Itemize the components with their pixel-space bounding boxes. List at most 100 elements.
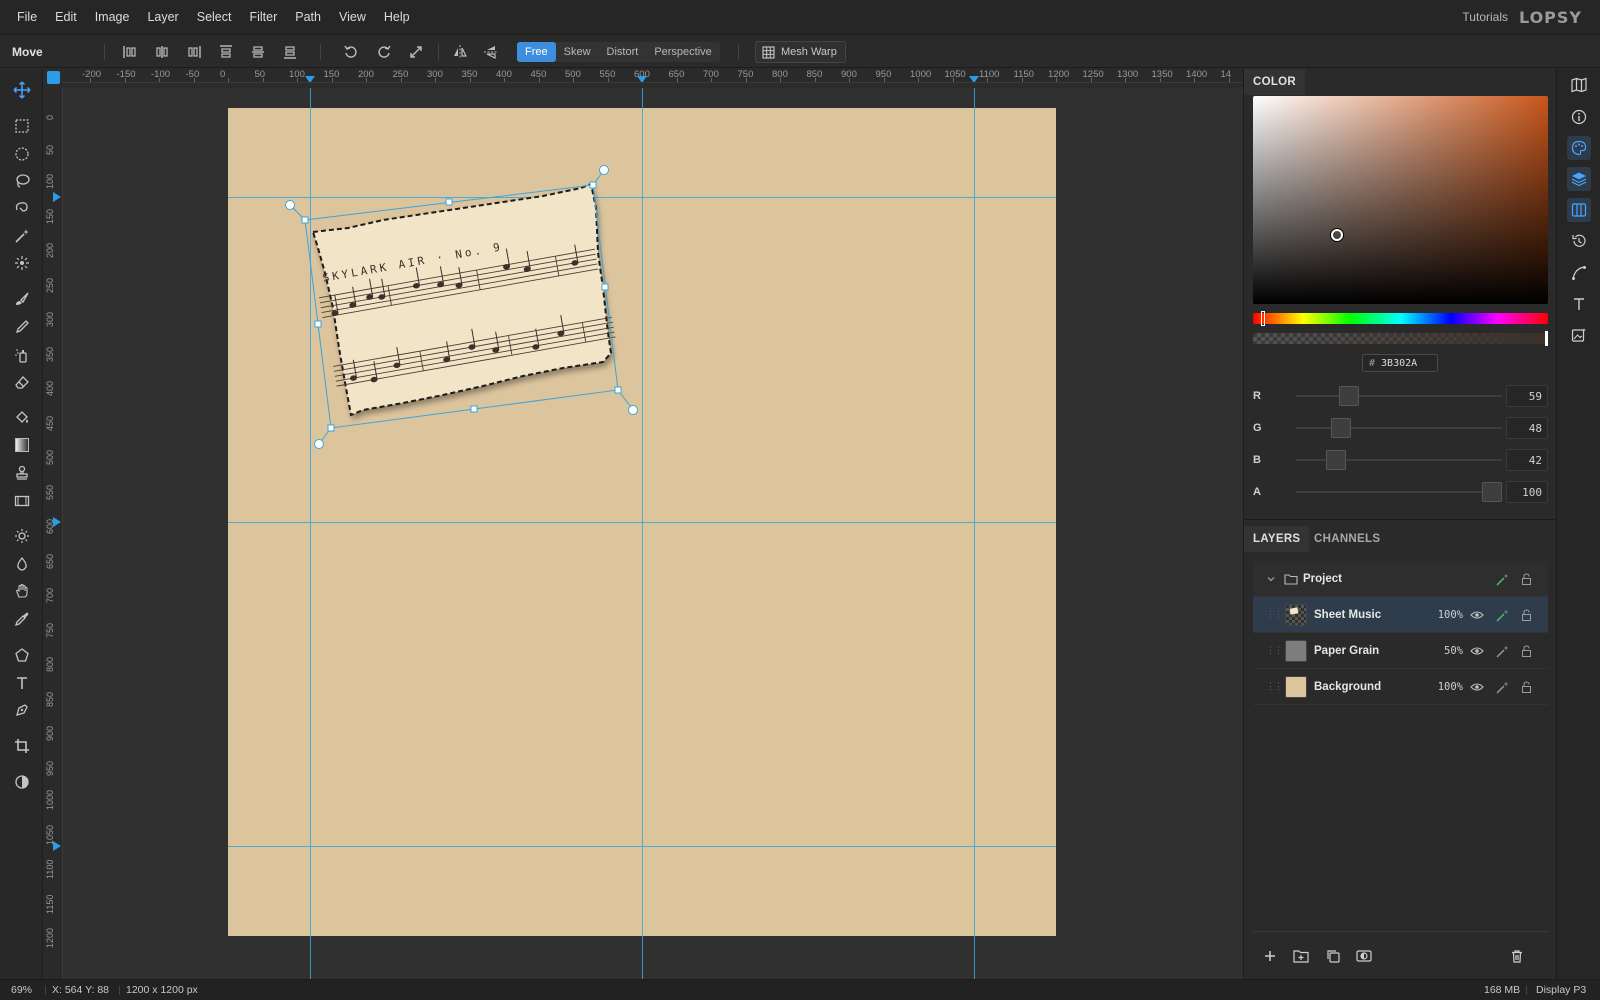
channel-track[interactable] xyxy=(1296,491,1502,493)
contrast-icon[interactable] xyxy=(9,770,34,794)
eye-icon[interactable] xyxy=(1469,643,1485,659)
guide-marker[interactable] xyxy=(53,841,61,851)
align-left-icon[interactable] xyxy=(120,42,140,62)
menu-view[interactable]: View xyxy=(330,0,375,35)
character-text-icon[interactable] xyxy=(1567,292,1591,316)
pencil-icon[interactable] xyxy=(9,315,34,339)
drag-handle-icon[interactable]: ⋮⋮ xyxy=(1266,645,1283,656)
corner-handle[interactable] xyxy=(589,181,597,189)
guide-marker[interactable] xyxy=(969,76,979,82)
menu-file[interactable]: File xyxy=(8,0,46,35)
guide-marker[interactable] xyxy=(53,517,61,527)
tutorials-link[interactable]: Tutorials xyxy=(1462,0,1508,35)
layer-row[interactable]: ⋮⋮ Paper Grain 50% xyxy=(1253,633,1548,669)
lock-icon[interactable] xyxy=(1518,643,1534,659)
mode-free-button[interactable]: Free xyxy=(517,42,556,62)
menu-help[interactable]: Help xyxy=(375,0,419,35)
rectangle-select-icon[interactable] xyxy=(9,114,34,138)
menu-edit[interactable]: Edit xyxy=(46,0,86,35)
align-center-icon[interactable] xyxy=(152,42,172,62)
ellipse-select-icon[interactable] xyxy=(9,142,34,166)
polygon-icon[interactable] xyxy=(9,643,34,667)
magic-wand-icon[interactable] xyxy=(9,224,34,248)
palette-icon[interactable] xyxy=(1567,136,1591,160)
menu-path[interactable]: Path xyxy=(286,0,330,35)
corner-handle[interactable] xyxy=(327,424,335,432)
layer-mask-button[interactable] xyxy=(1354,946,1374,966)
blur-drop-icon[interactable] xyxy=(9,552,34,576)
canvas-viewport[interactable]: SKYLARK AIR · No. 9 xyxy=(63,88,1243,979)
magnetic-lasso-icon[interactable] xyxy=(9,196,34,220)
alpha-slider[interactable] xyxy=(1253,333,1548,344)
fill-bucket-icon[interactable] xyxy=(9,406,34,430)
color-picker-ring[interactable] xyxy=(1331,229,1343,241)
hue-slider-thumb[interactable] xyxy=(1261,311,1265,326)
channel-slider-thumb[interactable] xyxy=(1482,482,1502,502)
pen-tool-icon[interactable] xyxy=(9,698,34,722)
rotate-handle[interactable] xyxy=(314,439,324,449)
channel-slider-thumb[interactable] xyxy=(1331,418,1352,438)
channel-track[interactable] xyxy=(1296,427,1502,429)
info-icon[interactable] xyxy=(1567,105,1591,129)
spray-icon[interactable] xyxy=(9,343,34,367)
gradient-icon[interactable] xyxy=(9,433,34,457)
smudge-hand-icon[interactable] xyxy=(9,579,34,603)
fx-wand-icon[interactable] xyxy=(1494,571,1510,587)
zoom-level[interactable]: 69% xyxy=(11,980,32,1000)
edge-handle[interactable] xyxy=(314,320,322,328)
map-icon[interactable] xyxy=(1567,73,1591,97)
menu-image[interactable]: Image xyxy=(86,0,139,35)
sheet-music-transform-overlay[interactable]: SKYLARK AIR · No. 9 xyxy=(63,88,1243,979)
fx-wand-icon[interactable] xyxy=(1494,643,1510,659)
align-middle-icon[interactable] xyxy=(248,42,268,62)
layer-row[interactable]: ⋮⋮ Sheet Music 100% xyxy=(1253,597,1548,633)
image-adjust-icon[interactable] xyxy=(1567,323,1591,347)
layer-opacity[interactable]: 100% xyxy=(1433,597,1463,633)
drag-handle-icon[interactable]: ⋮⋮ xyxy=(1266,609,1283,620)
chevron-down-icon[interactable] xyxy=(1263,571,1279,587)
channel-track[interactable] xyxy=(1296,395,1502,397)
eraser-icon[interactable] xyxy=(9,370,34,394)
align-bottom-icon[interactable] xyxy=(280,42,300,62)
channel-value-input[interactable]: 42 xyxy=(1506,449,1548,471)
menu-filter[interactable]: Filter xyxy=(240,0,286,35)
edge-handle[interactable] xyxy=(445,198,453,206)
align-right-icon[interactable] xyxy=(184,42,204,62)
channel-value-input[interactable]: 100 xyxy=(1506,481,1548,503)
tab-layers[interactable]: LAYERS xyxy=(1244,526,1310,552)
move-tool-icon[interactable] xyxy=(9,78,34,102)
channels-columns-icon[interactable] xyxy=(1567,198,1591,222)
delete-layer-button[interactable] xyxy=(1507,946,1527,966)
drag-handle-icon[interactable]: ⋮⋮ xyxy=(1266,681,1283,692)
film-strip-icon[interactable] xyxy=(9,489,34,513)
paths-curve-icon[interactable] xyxy=(1567,261,1591,285)
guide-marker[interactable] xyxy=(637,76,647,82)
layer-group-row[interactable]: Project xyxy=(1253,561,1548,597)
duplicate-layer-button[interactable] xyxy=(1323,946,1343,966)
corner-handle[interactable] xyxy=(614,386,622,394)
color-saturation-field[interactable] xyxy=(1253,96,1548,304)
flip-horizontal-icon[interactable] xyxy=(450,42,470,62)
rotate-handle[interactable] xyxy=(285,200,295,210)
lock-icon[interactable] xyxy=(1518,571,1534,587)
history-icon[interactable] xyxy=(1567,229,1591,253)
new-group-button[interactable] xyxy=(1291,946,1311,966)
fx-wand-icon[interactable] xyxy=(1494,679,1510,695)
horizontal-ruler[interactable]: -200 -150 -100 -50 0 50 100 150 200 250 300 350 400 4… xyxy=(63,69,1243,83)
quick-select-icon[interactable] xyxy=(9,251,34,275)
lock-icon[interactable] xyxy=(1518,679,1534,695)
crop-icon[interactable] xyxy=(9,734,34,758)
menu-layer[interactable]: Layer xyxy=(138,0,187,35)
dodge-icon[interactable] xyxy=(9,524,34,548)
lock-icon[interactable] xyxy=(1518,607,1534,623)
layer-opacity[interactable]: 50% xyxy=(1433,633,1463,669)
guide-marker[interactable] xyxy=(53,192,61,202)
tab-color[interactable]: COLOR xyxy=(1244,69,1306,95)
mode-skew-button[interactable]: Skew xyxy=(556,42,599,62)
add-layer-button[interactable] xyxy=(1260,946,1280,966)
flip-vertical-icon[interactable] xyxy=(481,42,501,62)
mode-perspective-button[interactable]: Perspective xyxy=(646,42,719,62)
brush-icon[interactable] xyxy=(9,287,34,311)
fx-wand-icon[interactable] xyxy=(1494,607,1510,623)
layers-icon[interactable] xyxy=(1567,167,1591,191)
